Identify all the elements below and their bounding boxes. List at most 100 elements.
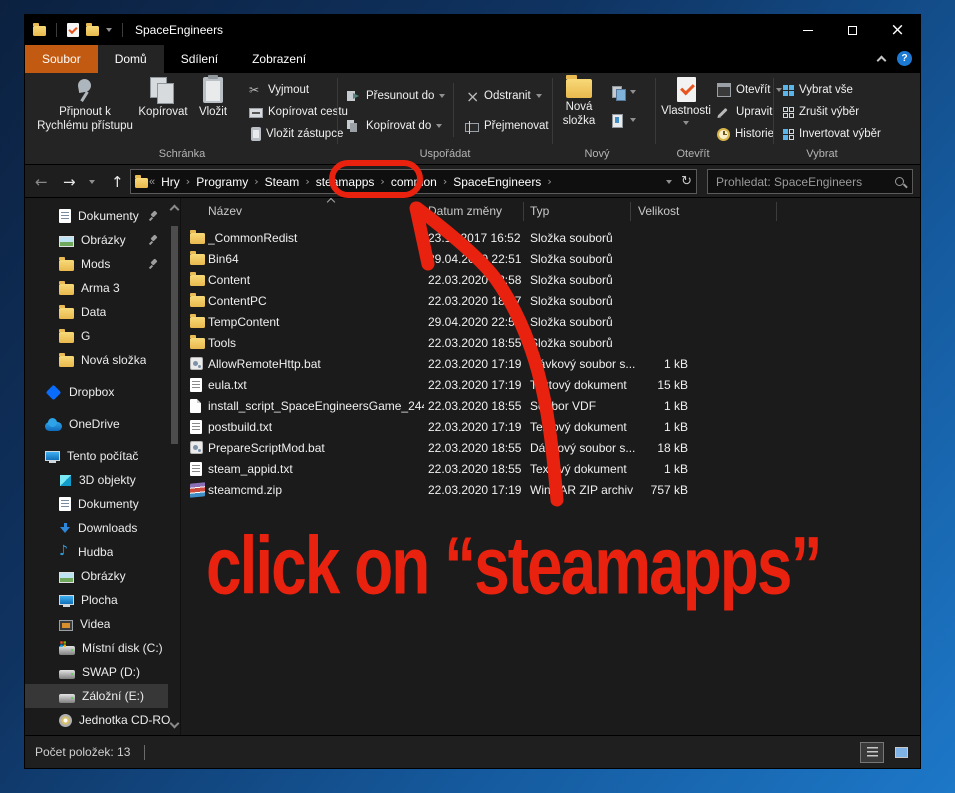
breadcrumb-item-steam[interactable]: Steam: [260, 175, 305, 189]
onedrive-icon: [45, 417, 62, 431]
sidebar-item-downloads[interactable]: Downloads: [25, 516, 180, 540]
paste-shortcut-button[interactable]: Vložit zástupce: [249, 125, 343, 143]
move-to-button[interactable]: Přesunout do: [347, 87, 446, 105]
sidebar-item-videa[interactable]: Videa: [25, 612, 180, 636]
sidebar-item-swap-d[interactable]: SWAP (D:): [25, 660, 180, 684]
copy-to-button[interactable]: Kopírovat do: [347, 117, 443, 135]
edit-button[interactable]: Upravit: [717, 103, 772, 121]
cut-button[interactable]: Vyjmout: [249, 81, 309, 99]
invert-selection-button[interactable]: Invertovat výběr: [783, 125, 881, 143]
chevron-down-icon: [630, 90, 636, 94]
select-all-button[interactable]: Vybrat vše: [783, 81, 853, 99]
refresh-icon[interactable]: ↻: [681, 174, 692, 189]
tab-view[interactable]: Zobrazení: [235, 45, 323, 73]
breadcrumb-overflow-icon[interactable]: «: [148, 176, 156, 188]
collapse-ribbon-icon[interactable]: [876, 55, 887, 65]
delete-icon: [465, 87, 479, 106]
copy-path-icon: [249, 108, 263, 118]
pc-icon: [45, 451, 60, 463]
file-name: _CommonRedist: [208, 231, 298, 245]
sidebar-item-z-lo-n-e[interactable]: Záložní (E:): [25, 684, 180, 708]
properties-button[interactable]: Vlastnosti: [661, 77, 711, 125]
copy-path-button[interactable]: Kopírovat cestu: [249, 103, 348, 121]
up-button[interactable]: ↑: [111, 165, 124, 198]
sidebar-item-dokumenty[interactable]: Dokumenty: [25, 492, 180, 516]
new-item-icon: [611, 85, 626, 101]
music-icon: [59, 543, 71, 559]
close-button[interactable]: ×: [875, 15, 920, 45]
copy-button[interactable]: Kopírovat: [137, 77, 189, 120]
history-button[interactable]: Historie: [717, 125, 774, 143]
sidebar-item-dokumenty[interactable]: Dokumenty: [25, 204, 180, 228]
maximize-button[interactable]: [830, 15, 875, 45]
new-item-button[interactable]: [611, 83, 636, 101]
button-label: Vložit zástupce: [266, 128, 344, 140]
sidebar-item-jednotka-cd-ro[interactable]: Jednotka CD-RO: [25, 708, 180, 732]
open-button[interactable]: Otevřít: [717, 81, 782, 99]
sidebar-item-plocha[interactable]: Plocha: [25, 588, 180, 612]
sidebar-item-obr-zky[interactable]: Obrázky: [25, 228, 180, 252]
txt-icon: [190, 420, 202, 434]
file-name: steamcmd.zip: [208, 483, 283, 497]
forward-button[interactable]: →: [63, 165, 76, 198]
folder-icon[interactable]: [33, 23, 46, 36]
sidebar-item-arma-3[interactable]: Arma 3: [25, 276, 180, 300]
properties-check-icon[interactable]: [67, 23, 79, 37]
rename-icon: [465, 120, 479, 134]
sidebar-scrollbar[interactable]: [169, 198, 180, 735]
sidebar-item-mods[interactable]: Mods: [25, 252, 180, 276]
sidebar-item-label: Dropbox: [69, 385, 115, 399]
sidebar-item-data[interactable]: Data: [25, 300, 180, 324]
sidebar-item-tento-po-ta[interactable]: Tento počítač: [25, 444, 180, 468]
doc-icon: [59, 497, 71, 511]
button-label: Vlastnosti: [661, 105, 711, 117]
thumbnail-view-button[interactable]: [890, 743, 912, 762]
close-icon: ×: [890, 19, 905, 40]
help-icon[interactable]: ?: [897, 51, 912, 66]
sidebar-item-dropbox[interactable]: Dropbox: [25, 380, 180, 404]
sidebar-item-label: Záložní (E:): [82, 689, 145, 703]
tab-file[interactable]: Soubor: [25, 45, 98, 73]
pin-to-quick-access-button[interactable]: Připnout k Rychlému přístupu: [35, 77, 135, 134]
details-view-button[interactable]: [860, 741, 884, 763]
sidebar-item-g[interactable]: G: [25, 324, 180, 348]
tab-share[interactable]: Sdílení: [164, 45, 235, 73]
address-dropdown-icon[interactable]: [666, 179, 673, 184]
delete-button[interactable]: Odstranit: [465, 87, 542, 106]
folder-icon: [59, 352, 74, 367]
sidebar-item-onedrive[interactable]: OneDrive: [25, 412, 180, 436]
button-label: Nová složka: [562, 101, 596, 127]
recent-locations-icon[interactable]: [89, 165, 95, 198]
search-box[interactable]: Prohledat: SpaceEngineers: [707, 169, 913, 194]
breadcrumb-item-hry[interactable]: Hry: [156, 175, 185, 189]
sidebar-item-nov-slo-ka[interactable]: Nová složka: [25, 348, 180, 372]
new-folder-button[interactable]: Nová složka: [557, 75, 601, 129]
tab-home[interactable]: Domů: [97, 45, 164, 73]
sidebar-item-3d-objekty[interactable]: 3D objekty: [25, 468, 180, 492]
breadcrumb-item-spaceengineers[interactable]: SpaceEngineers: [448, 175, 546, 189]
titlebar: SpaceEngineers ×: [25, 15, 920, 45]
minimize-button[interactable]: [785, 15, 830, 45]
sidebar-item-label: Hudba: [78, 545, 114, 559]
sidebar-item-obr-zky[interactable]: Obrázky: [25, 564, 180, 588]
pic-icon: [59, 571, 74, 583]
sidebar-item-hudba[interactable]: Hudba: [25, 540, 180, 564]
rename-button[interactable]: Přejmenovat: [465, 117, 549, 135]
divider: [122, 23, 123, 37]
paste-button[interactable]: Vložit: [193, 75, 233, 120]
cube-icon: [60, 474, 71, 486]
sidebar-item-label: Mods: [81, 257, 111, 271]
scroll-down-icon[interactable]: [169, 718, 180, 729]
folder-icon: [59, 328, 74, 343]
scrollbar-thumb[interactable]: [171, 226, 178, 444]
select-none-button[interactable]: Zrušit výběr: [783, 103, 859, 121]
qat-dropdown-icon[interactable]: [106, 28, 112, 32]
breadcrumb-item-programy[interactable]: Programy: [191, 175, 253, 189]
monitor-icon: [59, 595, 74, 607]
search-icon[interactable]: [895, 177, 904, 186]
back-button[interactable]: ←: [35, 165, 48, 198]
sidebar-item-m-stn-disk-c[interactable]: Místní disk (C:): [25, 636, 180, 660]
easy-access-button[interactable]: [611, 111, 636, 129]
new-folder-icon[interactable]: [86, 23, 99, 36]
scroll-up-icon[interactable]: [169, 204, 180, 215]
